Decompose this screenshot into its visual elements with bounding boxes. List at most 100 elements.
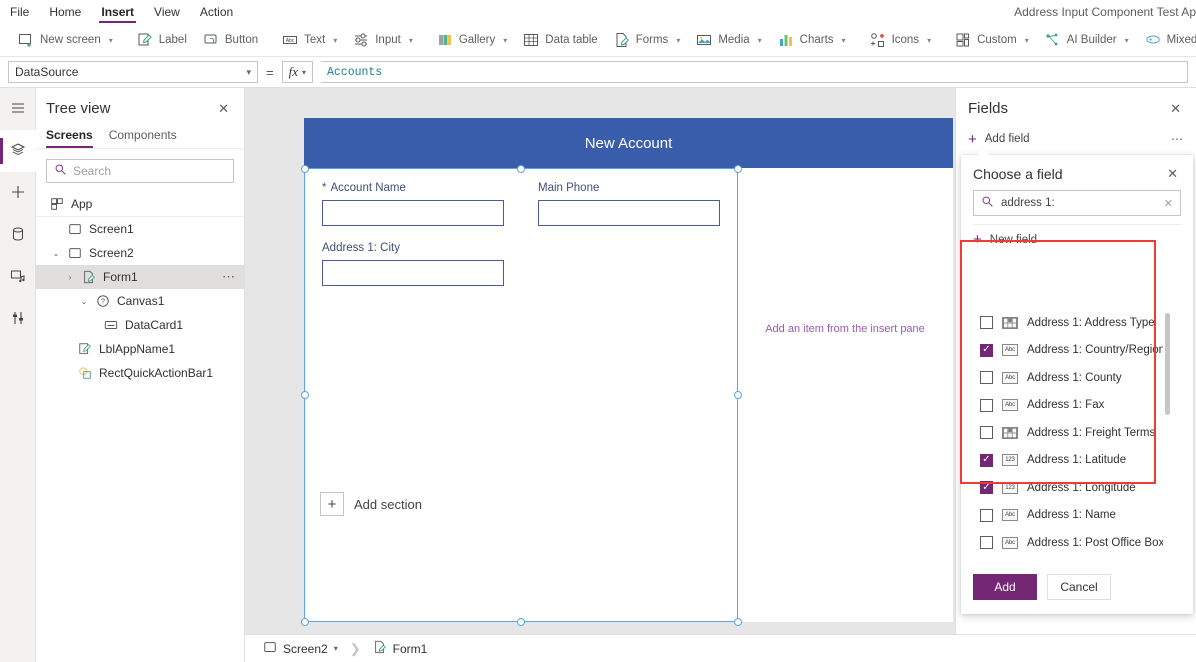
rail-item-data[interactable] — [0, 214, 36, 256]
rail-item-advanced[interactable] — [0, 298, 36, 340]
tree-item-screen1[interactable]: Screen1 — [36, 217, 244, 241]
field-label: Address 1: Country/Region — [1027, 344, 1163, 357]
tab-components[interactable]: Components — [109, 125, 177, 148]
tree-item-app[interactable]: App — [36, 193, 244, 217]
scrollbar-thumb[interactable] — [1165, 313, 1170, 415]
fields-panel-close-icon[interactable]: ✕ — [1167, 100, 1184, 117]
ribbon-text-menu[interactable]: Abc Text ▾ — [274, 27, 345, 53]
add-field-button[interactable]: + Add field ⋯ — [956, 127, 1196, 151]
ribbon-charts-menu[interactable]: Charts ▾ — [770, 27, 854, 53]
tree-item-canvas1[interactable]: ⌄ ? Canvas1 — [36, 289, 244, 313]
new-field-label: New field — [989, 233, 1038, 246]
tree-item-screen2[interactable]: ⌄ Screen2 — [36, 241, 244, 265]
ribbon-input-menu[interactable]: Input ▾ — [345, 27, 421, 53]
tree-item-rectquickactionbar1[interactable]: RectQuickActionBar1 — [36, 361, 244, 385]
ribbon-label-button[interactable]: Label — [129, 27, 195, 53]
field-checkbox[interactable] — [980, 536, 993, 549]
field-checkbox[interactable] — [980, 426, 993, 440]
ribbon-forms-menu[interactable]: Forms ▾ — [606, 27, 689, 53]
ribbon-icons-menu[interactable]: Icons ▾ — [862, 27, 940, 53]
field-account-name[interactable]: * Account Name — [322, 182, 504, 226]
ribbon-media-menu[interactable]: Media ▾ — [688, 27, 769, 53]
required-asterisk: * — [322, 182, 327, 194]
fields-panel-more-icon[interactable]: ⋯ — [1171, 132, 1184, 146]
ribbon-custom-menu[interactable]: Custom ▾ — [947, 27, 1037, 53]
field-type-choice-icon — [1002, 316, 1018, 329]
tree-item-datacard1[interactable]: DataCard1 — [36, 313, 244, 337]
app-canvas[interactable]: New Account * Account Name Main Phone Add… — [304, 118, 953, 622]
chevron-down-icon[interactable]: ⌄ — [50, 249, 62, 258]
field-checkbox[interactable] — [980, 453, 993, 467]
tree-item-form1[interactable]: › Form1 ⋯ — [36, 265, 244, 289]
field-checkbox[interactable] — [980, 371, 993, 385]
tree-search-input[interactable]: Search — [46, 159, 234, 183]
search-icon — [981, 195, 994, 211]
ribbon-data-table-button[interactable]: Data table — [515, 27, 605, 53]
tree-view-close-icon[interactable]: ✕ — [215, 100, 232, 117]
add-button[interactable]: Add — [973, 574, 1037, 600]
breadcrumb-screen2[interactable]: Screen2 ▾ — [257, 638, 344, 659]
hamburger-menu-button[interactable] — [0, 88, 36, 130]
menu-item-view[interactable]: View — [144, 0, 190, 24]
field-list-item[interactable]: Address 1: Address Type — [966, 309, 1163, 337]
tree-item-label: Screen2 — [89, 246, 134, 260]
form1-area[interactable]: * Account Name Main Phone Address 1: City — [304, 168, 737, 580]
ribbon-gallery-menu[interactable]: Gallery ▾ — [429, 27, 515, 53]
rail-item-media[interactable] — [0, 256, 36, 298]
field-list-item[interactable]: Abc Address 1: County — [966, 364, 1163, 392]
app-header-bar[interactable]: New Account — [304, 118, 953, 168]
ribbon-label: Input — [375, 34, 401, 46]
menu-item-insert[interactable]: Insert — [91, 0, 144, 24]
menu-item-action[interactable]: Action — [190, 0, 243, 24]
field-list-item[interactable]: Address 1: Freight Terms — [966, 419, 1163, 447]
rail-item-insert[interactable] — [0, 172, 36, 214]
field-list-item[interactable]: Abc Address 1: Name — [966, 502, 1163, 530]
ribbon-label: Mixed Reality — [1166, 34, 1196, 46]
field-checkbox[interactable] — [980, 481, 993, 495]
rail-item-tree-view[interactable] — [0, 130, 36, 172]
field-checkbox[interactable] — [980, 316, 993, 330]
screen-icon — [68, 246, 83, 260]
ribbon-mixed-reality-menu[interactable]: Mixed Reality ▾ — [1137, 27, 1196, 53]
ribbon-button-button[interactable]: Button — [195, 27, 266, 53]
field-type-choice-icon — [1002, 426, 1018, 439]
field-list-item[interactable]: 123 Address 1: Longitude — [966, 474, 1163, 502]
tab-screens[interactable]: Screens — [46, 125, 93, 148]
fx-label: fx — [288, 64, 298, 79]
fx-button[interactable]: fx ▾ — [281, 61, 313, 83]
field-main-phone[interactable]: Main Phone — [538, 182, 720, 226]
callout-close-icon[interactable]: ✕ — [1164, 165, 1181, 182]
field-list-item[interactable]: Abc Address 1: Fax — [966, 392, 1163, 420]
field-search-input[interactable]: address 1: ✕ — [973, 190, 1181, 216]
breadcrumb-form1[interactable]: Form1 — [367, 638, 434, 659]
menu-item-home[interactable]: Home — [39, 0, 91, 24]
field-list-item[interactable]: Abc Address 1: Post Office Box — [966, 529, 1163, 549]
add-section-button[interactable]: + Add section — [320, 492, 422, 516]
tree-item-lblappname1[interactable]: LblAppName1 — [36, 337, 244, 361]
chevron-right-icon[interactable]: › — [64, 273, 76, 282]
ribbon-ai-builder-menu[interactable]: AI Builder ▾ — [1037, 27, 1137, 53]
field-input-address1-city[interactable] — [322, 260, 504, 286]
field-checkbox[interactable] — [980, 508, 993, 522]
cancel-button[interactable]: Cancel — [1047, 574, 1111, 600]
field-input-main-phone[interactable] — [538, 200, 720, 226]
property-select[interactable]: DataSource ▾ — [8, 61, 258, 83]
chevron-down-icon[interactable]: ▾ — [334, 644, 338, 653]
field-list-scrollbar[interactable] — [1165, 313, 1170, 545]
field-checkbox[interactable] — [980, 343, 993, 357]
field-input-account-name[interactable] — [322, 200, 504, 226]
field-list[interactable]: Address 1: Address Type Abc Address 1: C… — [966, 309, 1163, 549]
ribbon-new-screen-button[interactable]: New screen ▾ — [10, 27, 121, 53]
formula-input[interactable]: Accounts — [321, 61, 1188, 83]
chevron-down-icon: ▾ — [927, 35, 932, 45]
tree-item-more-icon[interactable]: ⋯ — [222, 269, 236, 285]
menu-item-file[interactable]: File — [0, 0, 39, 24]
field-list-item[interactable]: 123 Address 1: Latitude — [966, 447, 1163, 475]
field-list-item[interactable]: Abc Address 1: Country/Region — [966, 337, 1163, 365]
screen-icon — [68, 222, 83, 236]
chevron-down-icon[interactable]: ⌄ — [78, 297, 90, 306]
field-checkbox[interactable] — [980, 398, 993, 412]
clear-search-icon[interactable]: ✕ — [1164, 197, 1173, 210]
new-field-button[interactable]: + New field — [973, 224, 1181, 247]
field-address1-city[interactable]: Address 1: City — [322, 242, 504, 286]
